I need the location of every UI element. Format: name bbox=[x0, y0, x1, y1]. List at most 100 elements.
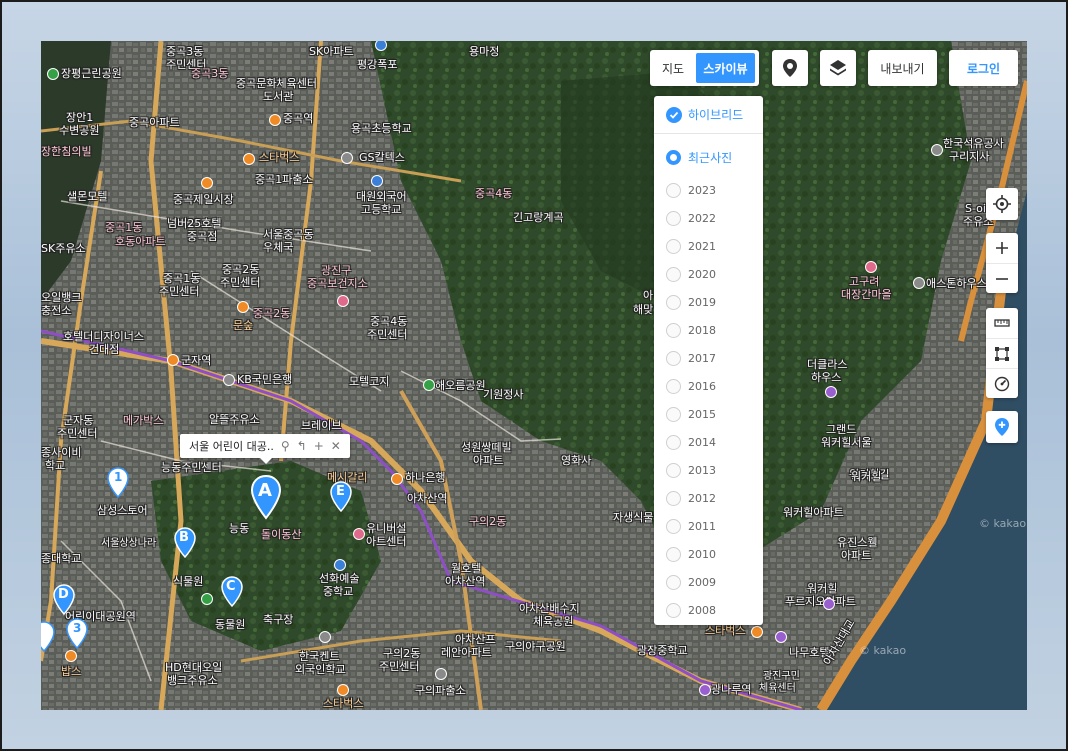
radio[interactable] bbox=[666, 546, 681, 562]
apartment-icon[interactable] bbox=[823, 598, 835, 610]
close-icon[interactable]: ✕ bbox=[331, 439, 341, 453]
gas-station-icon[interactable] bbox=[341, 152, 353, 164]
office-icon[interactable] bbox=[931, 144, 943, 156]
map-label: 중곡문화체육센터 bbox=[236, 77, 317, 90]
school-icon[interactable] bbox=[334, 559, 346, 571]
restaurant-icon[interactable] bbox=[65, 650, 77, 662]
year-option[interactable]: 2012 bbox=[654, 484, 763, 512]
layers-icon bbox=[830, 60, 846, 76]
subway-station-icon[interactable] bbox=[269, 114, 281, 126]
hybrid-checkbox[interactable]: 하이브리드 bbox=[654, 96, 763, 134]
login-button[interactable]: 로그인 bbox=[949, 50, 1018, 86]
place-tooltip[interactable]: 서울 어린이 대공.. ⚲ ↰ + ✕ bbox=[180, 434, 350, 464]
park-icon[interactable] bbox=[201, 593, 213, 605]
year-option[interactable]: 2018 bbox=[654, 316, 763, 344]
tooltip-title[interactable]: 서울 어린이 대공.. bbox=[189, 438, 274, 454]
location-pin-icon bbox=[783, 59, 797, 77]
marker-partial-pin-icon[interactable] bbox=[41, 621, 55, 653]
market-icon[interactable] bbox=[201, 177, 213, 189]
year-label: 2014 bbox=[688, 435, 716, 449]
subway-station-icon[interactable] bbox=[699, 684, 711, 696]
park-icon[interactable] bbox=[423, 379, 435, 391]
map-type-normal-button[interactable]: 지도 bbox=[650, 60, 696, 77]
landmark-icon[interactable] bbox=[237, 301, 249, 313]
cafe-icon[interactable] bbox=[751, 626, 763, 638]
minus-icon bbox=[996, 277, 1008, 280]
map-label: 구리지사 bbox=[949, 150, 990, 163]
bank-icon[interactable] bbox=[391, 473, 403, 485]
school-icon[interactable] bbox=[319, 631, 331, 643]
year-option[interactable]: 2014 bbox=[654, 428, 763, 456]
export-button[interactable]: 내보내기 bbox=[868, 50, 937, 86]
year-option-recent[interactable]: 최근사진 bbox=[654, 138, 763, 176]
radio[interactable] bbox=[666, 266, 681, 282]
radio[interactable] bbox=[666, 238, 681, 254]
area-button[interactable] bbox=[986, 338, 1018, 368]
radio[interactable] bbox=[666, 378, 681, 394]
radio[interactable] bbox=[666, 182, 681, 198]
radio[interactable] bbox=[666, 322, 681, 338]
hotel-icon[interactable] bbox=[825, 386, 837, 398]
radio[interactable] bbox=[666, 518, 681, 534]
park-icon[interactable] bbox=[47, 68, 59, 80]
map-label: 넘버25호텔 bbox=[167, 217, 222, 230]
layers-button[interactable] bbox=[820, 50, 856, 86]
hotel-icon[interactable] bbox=[775, 631, 787, 643]
zoom-in-button[interactable] bbox=[986, 233, 1018, 263]
add-place-button[interactable] bbox=[986, 411, 1018, 443]
year-option[interactable]: 2020 bbox=[654, 260, 763, 288]
year-option[interactable]: 2011 bbox=[654, 512, 763, 540]
radius-button[interactable] bbox=[986, 368, 1018, 398]
year-option[interactable]: 2016 bbox=[654, 372, 763, 400]
directions-icon[interactable]: ↰ bbox=[297, 439, 307, 453]
map-label: 식물원 bbox=[173, 575, 204, 588]
map-label: 중곡역 bbox=[283, 112, 314, 125]
attraction-icon[interactable] bbox=[865, 261, 877, 273]
cafe-icon[interactable] bbox=[243, 153, 255, 165]
hotel-icon[interactable] bbox=[913, 277, 925, 289]
year-option[interactable]: 2023 bbox=[654, 176, 763, 204]
clinic-icon[interactable] bbox=[337, 295, 349, 307]
map-label: 월호텔 bbox=[451, 562, 482, 575]
bank-icon[interactable] bbox=[223, 374, 235, 386]
satellite-map[interactable]: 중곡3동 주민센터 SK아파트 평강폭포 용마정 중곡3동 장평근린공원 중곡문… bbox=[41, 41, 1027, 710]
radio[interactable] bbox=[666, 462, 681, 478]
radio[interactable] bbox=[666, 210, 681, 226]
year-option[interactable]: 2021 bbox=[654, 232, 763, 260]
location-pin-icon[interactable]: ⚲ bbox=[281, 439, 290, 453]
cafe-icon[interactable] bbox=[337, 684, 349, 696]
radio[interactable] bbox=[666, 602, 681, 618]
map-label: 애스톤하우스 bbox=[926, 277, 987, 290]
map-type-skyview-button[interactable]: 스카이뷰 bbox=[696, 53, 755, 83]
roadview-button[interactable] bbox=[772, 50, 808, 86]
map-label: 중곡2동 bbox=[222, 263, 260, 276]
year-option[interactable]: 2008 bbox=[654, 596, 763, 624]
art-center-icon[interactable] bbox=[353, 528, 365, 540]
year-option[interactable]: 2022 bbox=[654, 204, 763, 232]
radio[interactable] bbox=[666, 406, 681, 422]
add-icon[interactable]: + bbox=[314, 439, 324, 453]
year-option[interactable]: 2019 bbox=[654, 288, 763, 316]
map-label: 그랜드 bbox=[826, 423, 857, 436]
distance-button[interactable] bbox=[986, 308, 1018, 338]
radio[interactable] bbox=[666, 350, 681, 366]
radio[interactable] bbox=[666, 574, 681, 590]
police-icon[interactable] bbox=[435, 668, 447, 680]
zoom-out-button[interactable] bbox=[986, 263, 1018, 293]
radio-selected[interactable] bbox=[666, 149, 681, 165]
zoom-control bbox=[986, 233, 1018, 293]
radio[interactable] bbox=[666, 294, 681, 310]
radio[interactable] bbox=[666, 434, 681, 450]
year-option[interactable]: 2013 bbox=[654, 456, 763, 484]
radio[interactable] bbox=[666, 490, 681, 506]
subway-station-icon[interactable] bbox=[167, 354, 179, 366]
year-option[interactable]: 2009 bbox=[654, 568, 763, 596]
map-label: 알뜰주유소 bbox=[209, 413, 260, 426]
marker-e-label: E bbox=[336, 484, 345, 499]
current-location-button[interactable] bbox=[986, 188, 1018, 220]
year-option[interactable]: 2015 bbox=[654, 400, 763, 428]
school-icon[interactable] bbox=[371, 175, 383, 187]
year-option[interactable]: 2010 bbox=[654, 540, 763, 568]
year-option[interactable]: 2017 bbox=[654, 344, 763, 372]
map-label: 광진구 bbox=[321, 264, 352, 277]
